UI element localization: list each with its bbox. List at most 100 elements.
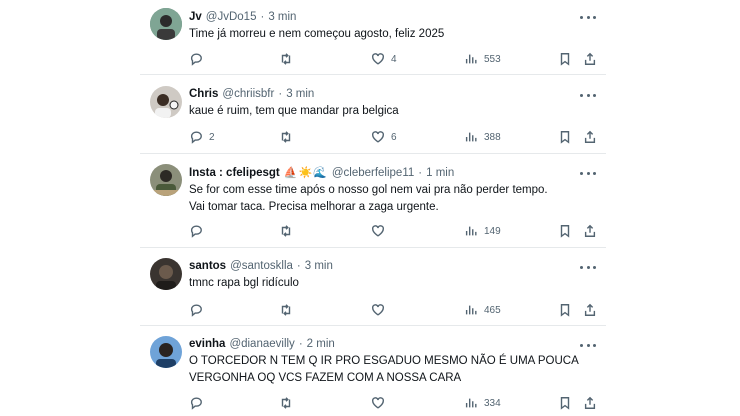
views-button[interactable]: 553 bbox=[464, 51, 501, 67]
post[interactable]: Jv @JvDo15 · 3 min Time já morreu e nem … bbox=[140, 0, 606, 75]
avatar[interactable] bbox=[150, 86, 182, 118]
like-button[interactable]: 4 bbox=[371, 51, 397, 67]
reply-icon bbox=[190, 225, 202, 238]
reply-button[interactable]: 2 bbox=[189, 129, 215, 145]
reply-button[interactable] bbox=[189, 223, 209, 239]
bookmark-icon bbox=[560, 397, 570, 410]
like-button[interactable] bbox=[371, 395, 391, 411]
action-bar: 465 bbox=[189, 302, 598, 318]
post-text-line: Vai tomar taca. Precisa melhorar a zaga … bbox=[189, 200, 439, 213]
display-name[interactable]: Jv bbox=[189, 11, 202, 23]
avatar[interactable] bbox=[150, 258, 182, 290]
like-count: 6 bbox=[391, 131, 397, 143]
post[interactable]: evinha @dianaevilly · 2 min O TORCEDOR N… bbox=[140, 326, 606, 416]
timestamp[interactable]: 1 min bbox=[426, 167, 454, 179]
separator: · bbox=[296, 260, 301, 272]
repost-icon bbox=[281, 397, 291, 409]
bookmark-button[interactable] bbox=[558, 51, 572, 67]
share-button[interactable] bbox=[583, 223, 597, 239]
like-button[interactable] bbox=[371, 223, 391, 239]
like-button[interactable] bbox=[371, 302, 391, 318]
share-button[interactable] bbox=[583, 129, 597, 145]
repost-icon bbox=[281, 225, 291, 237]
timestamp[interactable]: 3 min bbox=[286, 88, 314, 100]
more-options-icon[interactable] bbox=[580, 262, 596, 272]
avatar[interactable] bbox=[150, 164, 182, 196]
repost-button[interactable] bbox=[279, 395, 299, 411]
views-button[interactable]: 334 bbox=[464, 395, 501, 411]
heart-icon bbox=[372, 53, 384, 65]
reply-icon bbox=[190, 304, 202, 317]
post-text: Se for com esse time após o nosso gol ne… bbox=[189, 182, 589, 215]
separator: · bbox=[278, 88, 283, 100]
view-count: 553 bbox=[484, 53, 501, 65]
more-options-icon[interactable] bbox=[580, 340, 596, 350]
heart-icon bbox=[372, 304, 384, 316]
post-text-line: Se for com esse time após o nosso gol ne… bbox=[189, 184, 548, 196]
views-button[interactable]: 465 bbox=[464, 302, 501, 318]
bookmark-button[interactable] bbox=[558, 223, 572, 239]
handle[interactable]: @JvDo15 bbox=[206, 11, 257, 23]
reply-button[interactable] bbox=[189, 395, 209, 411]
action-bar: 334 bbox=[189, 395, 598, 411]
bookmark-button[interactable] bbox=[558, 302, 572, 318]
more-options-icon[interactable] bbox=[580, 90, 596, 100]
emoji-decoration: ⛵☀️🌊 bbox=[283, 167, 328, 179]
post-header: Chris @chriisbfr · 3 min bbox=[189, 88, 314, 100]
post[interactable]: santos @santosklla · 3 min tmnc rapa bgl… bbox=[140, 248, 606, 326]
timestamp[interactable]: 3 min bbox=[305, 260, 333, 272]
view-count: 149 bbox=[484, 225, 501, 237]
repost-icon bbox=[281, 131, 291, 143]
bookmark-icon bbox=[560, 131, 570, 144]
display-name[interactable]: evinha bbox=[189, 338, 225, 350]
timestamp[interactable]: 2 min bbox=[307, 338, 335, 350]
share-button[interactable] bbox=[583, 395, 597, 411]
views-icon bbox=[465, 132, 477, 142]
action-bar: 149 bbox=[189, 223, 598, 239]
post-text-line: O TORCEDOR N TEM Q IR PRO ESGADUO MESMO … bbox=[189, 355, 579, 367]
post-text: kaue é ruim, tem que mandar pra belgica bbox=[189, 103, 589, 120]
post[interactable]: Insta : cfelipesgt ⛵☀️🌊 @cleberfelipe11 … bbox=[140, 154, 606, 248]
display-name[interactable]: Chris bbox=[189, 88, 218, 100]
avatar[interactable] bbox=[150, 336, 182, 368]
share-button[interactable] bbox=[583, 302, 597, 318]
reply-icon bbox=[190, 131, 202, 144]
more-options-icon[interactable] bbox=[580, 12, 596, 22]
heart-icon bbox=[372, 131, 384, 143]
bookmark-icon bbox=[560, 53, 570, 66]
share-icon bbox=[584, 224, 596, 237]
separator: · bbox=[418, 166, 423, 179]
like-button[interactable]: 6 bbox=[371, 129, 397, 145]
bookmark-button[interactable] bbox=[558, 129, 572, 145]
post-header: Insta : cfelipesgt ⛵☀️🌊 @cleberfelipe11 … bbox=[189, 166, 454, 180]
post[interactable]: Chris @chriisbfr · 3 min kaue é ruim, te… bbox=[140, 75, 606, 154]
repost-button[interactable] bbox=[279, 51, 299, 67]
share-button[interactable] bbox=[583, 51, 597, 67]
handle[interactable]: @santosklla bbox=[230, 260, 293, 272]
view-count: 334 bbox=[484, 397, 501, 409]
views-icon bbox=[465, 54, 477, 64]
share-icon bbox=[584, 396, 596, 409]
display-name[interactable]: santos bbox=[189, 260, 226, 272]
views-icon bbox=[465, 305, 477, 315]
share-icon bbox=[584, 52, 596, 65]
repost-button[interactable] bbox=[279, 223, 299, 239]
bookmark-button[interactable] bbox=[558, 395, 572, 411]
reply-button[interactable] bbox=[189, 51, 209, 67]
handle[interactable]: @dianaevilly bbox=[229, 338, 294, 350]
handle[interactable]: @cleberfelipe11 bbox=[332, 167, 414, 179]
more-options-icon[interactable] bbox=[580, 168, 596, 178]
avatar[interactable] bbox=[150, 8, 182, 40]
post-text-line: Time já morreu e nem começou agosto, fel… bbox=[189, 28, 445, 40]
post-text: tmnc rapa bgl ridículo bbox=[189, 275, 589, 292]
post-text-line: VERGONHA OQ VCS FAZEM COM A NOSSA CARA bbox=[189, 371, 462, 384]
handle[interactable]: @chriisbfr bbox=[222, 88, 274, 100]
display-name[interactable]: Insta : cfelipesgt bbox=[189, 167, 280, 179]
views-button[interactable]: 388 bbox=[464, 129, 501, 145]
reply-button[interactable] bbox=[189, 302, 209, 318]
timestamp[interactable]: 3 min bbox=[268, 11, 296, 23]
repost-button[interactable] bbox=[279, 129, 299, 145]
repost-icon bbox=[281, 304, 291, 316]
repost-button[interactable] bbox=[279, 302, 299, 318]
views-button[interactable]: 149 bbox=[464, 223, 501, 239]
